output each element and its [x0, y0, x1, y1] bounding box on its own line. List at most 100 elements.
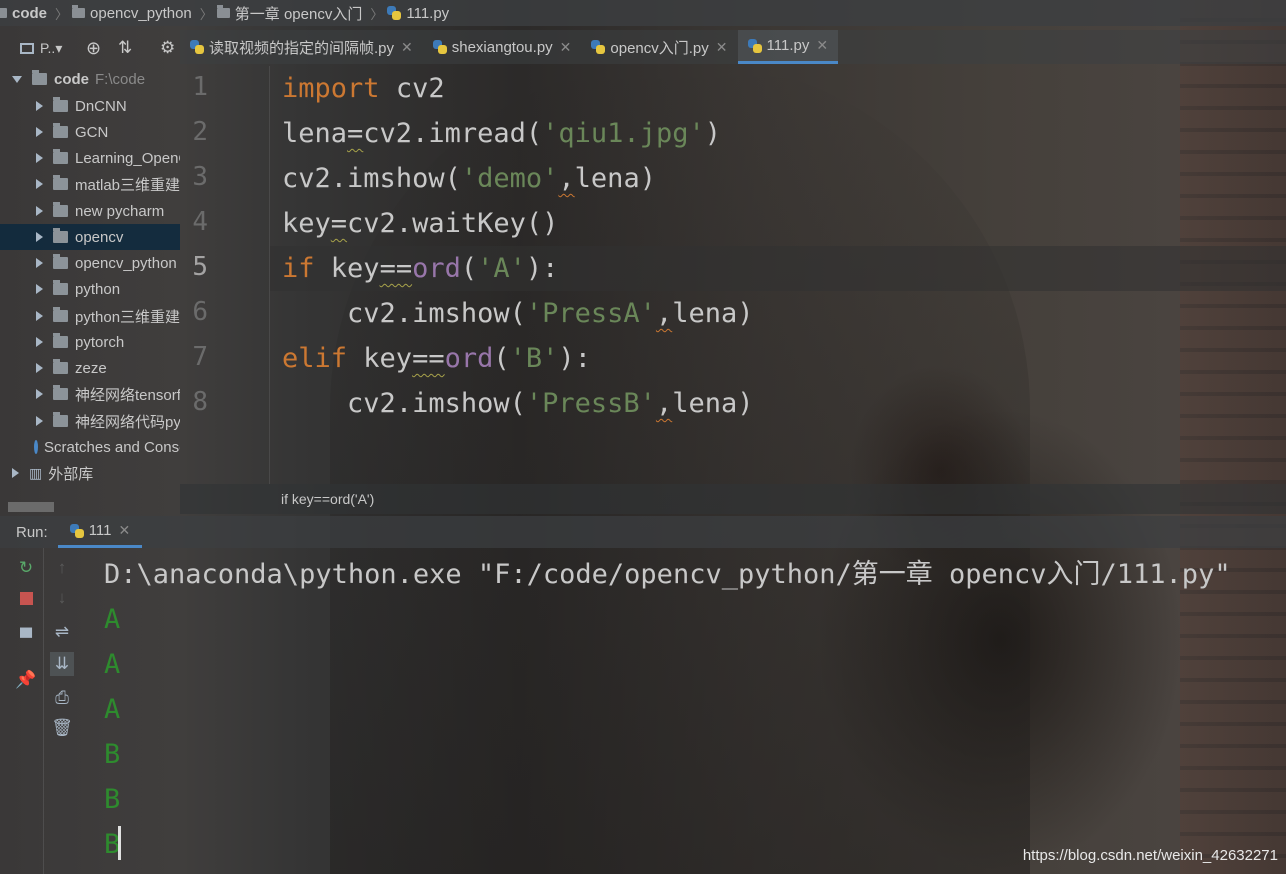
python-file-icon	[69, 523, 84, 538]
folder-icon	[53, 280, 68, 295]
scratches-icon	[34, 440, 38, 454]
folder-icon	[53, 359, 68, 374]
folder-icon	[0, 8, 7, 18]
line-number: 1	[192, 72, 208, 102]
console-output-line: B	[104, 739, 121, 770]
collapse-icon[interactable]: ⇅	[118, 38, 132, 58]
stop-icon[interactable]	[16, 588, 36, 608]
code-line[interactable]: cv2.imshow('demo',lena)	[282, 156, 656, 201]
chevron-right-icon[interactable]	[36, 179, 43, 189]
chevron-right-icon: 〉	[199, 6, 213, 22]
chevron-right-icon[interactable]	[36, 416, 43, 426]
rerun-icon[interactable]: ↻	[16, 558, 36, 578]
tab-opencv-intro[interactable]: opencv入门.py ✕	[581, 30, 737, 64]
chevron-right-icon[interactable]	[36, 389, 43, 399]
tree-item[interactable]: new pycharm	[0, 198, 180, 224]
folder-icon	[53, 123, 68, 138]
folder-icon	[53, 175, 68, 190]
chevron-right-icon[interactable]	[36, 232, 43, 242]
run-side-toolbar: ↻ ↑ ↓ ▀ ⇌ ⇊ 📌 ⎙ 🗑	[0, 548, 90, 874]
breadcrumb-code[interactable]: code	[0, 5, 47, 22]
up-arrow-icon[interactable]: ↑	[52, 558, 72, 578]
tree-root[interactable]: code F:\code	[0, 66, 180, 92]
tree-item[interactable]: python三维重建	[0, 303, 180, 329]
code-line[interactable]: elif key==ord('B'):	[282, 336, 591, 381]
down-arrow-icon[interactable]: ↓	[52, 588, 72, 608]
trash-icon[interactable]: 🗑	[51, 718, 73, 738]
code-line[interactable]: if key==ord('A'):	[282, 246, 558, 291]
python-file-icon	[190, 40, 204, 54]
tree-item[interactable]: Learning_OpenCV	[0, 145, 180, 171]
chevron-right-icon[interactable]	[36, 127, 43, 137]
tree-item[interactable]: opencv_python	[0, 250, 180, 276]
print-icon[interactable]: ⎙	[52, 688, 72, 708]
line-number: 6	[192, 297, 208, 327]
tree-item[interactable]: matlab三维重建	[0, 171, 180, 197]
tree-item[interactable]: 神经网络代码python	[0, 408, 180, 434]
text-cursor	[118, 826, 121, 860]
chevron-right-icon[interactable]	[36, 206, 43, 216]
line-number: 5	[192, 252, 208, 282]
tab-read-video[interactable]: 读取视频的指定的间隔帧.py ✕	[180, 30, 423, 64]
chevron-down-icon[interactable]	[12, 75, 22, 83]
pin-icon[interactable]: 📌	[15, 670, 36, 690]
folder-icon	[32, 70, 47, 85]
close-icon[interactable]: ✕	[401, 39, 413, 56]
horizontal-scrollbar[interactable]	[8, 502, 54, 512]
code-line[interactable]: import cv2	[282, 66, 445, 111]
code-line[interactable]: lena=cv2.imread('qiu1.jpg')	[282, 111, 721, 156]
close-icon[interactable]: ✕	[119, 522, 131, 539]
chevron-right-icon[interactable]	[36, 311, 43, 321]
code-line[interactable]: cv2.imshow('PressB',lena)	[282, 381, 753, 426]
gear-icon[interactable]: ⚙	[160, 38, 175, 58]
run-label: Run:	[16, 523, 48, 541]
gutter-divider	[269, 66, 270, 484]
folder-icon	[53, 97, 68, 112]
tree-item[interactable]: python	[0, 276, 180, 302]
folder-icon	[216, 5, 230, 18]
tree-scratches[interactable]: Scratches and Consoles	[0, 434, 180, 460]
tab-111[interactable]: 111.py ✕	[737, 30, 839, 64]
tree-item-selected[interactable]: opencv	[0, 224, 180, 250]
chevron-right-icon[interactable]	[36, 363, 43, 373]
chevron-right-icon[interactable]	[36, 337, 43, 347]
close-icon[interactable]: ✕	[560, 39, 572, 56]
tree-item[interactable]: 神经网络tensorflow	[0, 381, 180, 407]
breadcrumb-opencv-python[interactable]: opencv_python	[72, 5, 192, 22]
tab-shexiangtou[interactable]: shexiangtou.py ✕	[423, 30, 582, 64]
code-line[interactable]: key=cv2.waitKey()	[282, 201, 558, 246]
soft-wrap-icon[interactable]: ⇌	[52, 622, 72, 642]
chevron-right-icon[interactable]	[12, 468, 19, 478]
locate-icon[interactable]: ⊕	[86, 38, 101, 59]
chevron-right-icon: 〉	[55, 6, 69, 22]
chevron-right-icon[interactable]	[36, 284, 43, 294]
close-icon[interactable]: ✕	[816, 37, 828, 54]
folder-icon	[53, 254, 68, 269]
scroll-to-end-icon[interactable]: ⇊	[50, 652, 74, 676]
run-tab[interactable]: 111 ✕	[57, 516, 143, 548]
tree-item[interactable]: DnCNN	[0, 93, 180, 119]
tree-item[interactable]: pytorch	[0, 329, 180, 355]
python-file-icon	[747, 38, 762, 53]
layout-icon[interactable]: ▀	[16, 628, 36, 648]
breadcrumb-file[interactable]: 111.py	[387, 5, 449, 22]
tree-item[interactable]: GCN	[0, 119, 180, 145]
console-output-line: B	[104, 784, 121, 815]
library-icon: ▥	[29, 464, 43, 481]
folder-icon	[53, 228, 68, 243]
tree-item[interactable]: zeze	[0, 355, 180, 381]
code-breadcrumb[interactable]: if key==ord('A')	[281, 491, 374, 507]
run-console[interactable]: D:\anaconda\python.exe "F:/code/opencv_p…	[104, 552, 1286, 860]
code-editor[interactable]: import cv2 lena=cv2.imread('qiu1.jpg') cv2…	[282, 66, 1282, 484]
project-view-icon[interactable]	[20, 42, 34, 54]
chevron-right-icon[interactable]	[36, 258, 43, 268]
breadcrumb-chapter[interactable]: 第一章 opencv入门	[216, 3, 362, 24]
chevron-right-icon[interactable]	[36, 101, 43, 111]
code-line[interactable]: cv2.imshow('PressA',lena)	[282, 291, 753, 336]
close-icon[interactable]: ✕	[716, 39, 728, 56]
tree-external-libs[interactable]: ▥ 外部库	[0, 460, 180, 486]
chevron-right-icon[interactable]	[36, 153, 43, 163]
project-view-selector[interactable]: P..▾	[40, 40, 62, 57]
run-side-divider	[43, 548, 44, 874]
console-output-line: A	[104, 604, 121, 635]
